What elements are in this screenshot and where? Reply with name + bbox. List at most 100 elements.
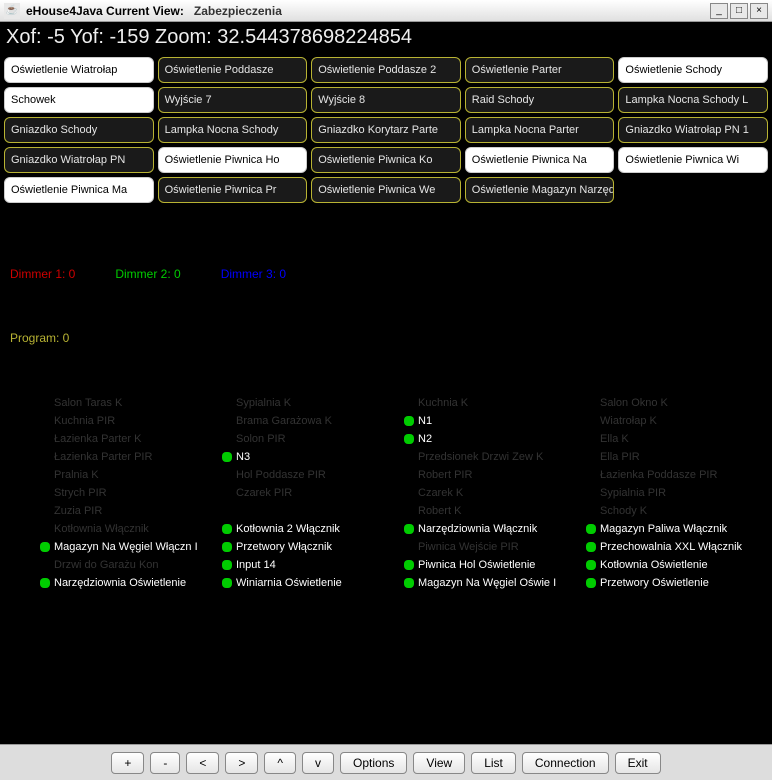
tile-18[interactable]: Oświetlenie Piwnica Na xyxy=(465,147,615,173)
maximize-button[interactable]: □ xyxy=(730,3,748,19)
sensor-cell: Winiarnia Oświetlenie xyxy=(222,575,398,591)
close-button[interactable]: × xyxy=(750,3,768,19)
zoom-out-button[interactable]: - xyxy=(150,752,180,774)
tile-23[interactable]: Oświetlenie Magazyn Narzędzia xyxy=(465,177,615,203)
xof-value: -5 xyxy=(47,26,65,48)
sensor-label: Brama Garażowa K xyxy=(236,415,332,427)
sensor-cell: Łazienka Parter PIR xyxy=(40,449,216,465)
dimmer-row: Dimmer 1: 0 Dimmer 2: 0 Dimmer 3: 0 xyxy=(0,207,772,291)
pan-right-button[interactable]: > xyxy=(225,752,258,774)
sensor-grid: Salon Taras KSypialnia KKuchnia KSalon O… xyxy=(0,365,772,601)
status-dot-on-icon xyxy=(404,524,414,534)
pan-down-button[interactable]: v xyxy=(302,752,334,774)
sensor-label: Sypialnia PIR xyxy=(600,487,666,499)
program-label: Program: 0 xyxy=(0,291,772,365)
tile-8[interactable]: Raid Schody xyxy=(465,87,615,113)
tile-1[interactable]: Oświetlenie Poddasze xyxy=(158,57,308,83)
yof-value: -159 xyxy=(109,26,149,48)
status-dot-on-icon xyxy=(40,542,50,552)
sensor-label: Ella K xyxy=(600,433,629,445)
yof-label: Yof: xyxy=(70,26,104,48)
tile-10[interactable]: Gniazdko Schody xyxy=(4,117,154,143)
sensor-label: Strych PIR xyxy=(54,487,107,499)
sensor-cell: Sypialnia PIR xyxy=(586,485,762,501)
status-dot-off-icon xyxy=(586,416,596,426)
sensor-cell: Łazienka Poddasze PIR xyxy=(586,467,762,483)
status-dot-off-icon xyxy=(586,398,596,408)
list-button[interactable]: List xyxy=(471,752,516,774)
sensor-label: Czarek PIR xyxy=(236,487,292,499)
status-dot-on-icon xyxy=(586,542,596,552)
status-dot-off-icon xyxy=(222,506,232,516)
sensor-cell: Magazyn Paliwa Włącznik xyxy=(586,521,762,537)
sensor-label: Przetwory Oświetlenie xyxy=(600,577,709,589)
sensor-cell: Wiatrołap K xyxy=(586,413,762,429)
sensor-cell: Przechowalnia XXL Włącznik xyxy=(586,539,762,555)
sensor-label: N1 xyxy=(418,415,432,427)
sensor-label: Robert PIR xyxy=(418,469,472,481)
zoom-value: 32.544378698224854 xyxy=(217,26,412,48)
sensor-cell: Przetwory Włącznik xyxy=(222,539,398,555)
window-titlebar: ☕ eHouse4Java Current View: Zabezpieczen… xyxy=(0,0,772,22)
sensor-label: Wiatrołap K xyxy=(600,415,657,427)
sensor-label: Drzwi do Garażu Kon xyxy=(54,559,159,571)
status-dot-off-icon xyxy=(404,452,414,462)
tile-22[interactable]: Oświetlenie Piwnica We xyxy=(311,177,461,203)
status-dot-off-icon xyxy=(40,452,50,462)
sensor-cell: Magazyn Na Węgiel Oświe I xyxy=(404,575,580,591)
sensor-cell: Przedsionek Drzwi Zew K xyxy=(404,449,580,465)
status-dot-on-icon xyxy=(222,542,232,552)
sensor-cell: Salon Taras K xyxy=(40,395,216,411)
status-dot-off-icon xyxy=(404,398,414,408)
sensor-label: Kotłownia Włącznik xyxy=(54,523,149,535)
zoom-in-button[interactable]: + xyxy=(111,752,144,774)
tile-15[interactable]: Gniazdko Wiatrołap PN xyxy=(4,147,154,173)
pan-up-button[interactable]: ^ xyxy=(264,752,296,774)
tile-4[interactable]: Oświetlenie Schody xyxy=(618,57,768,83)
view-button[interactable]: View xyxy=(413,752,465,774)
sensor-label: N3 xyxy=(236,451,250,463)
status-dot-off-icon xyxy=(404,470,414,480)
tile-6[interactable]: Wyjście 7 xyxy=(158,87,308,113)
exit-button[interactable]: Exit xyxy=(615,752,661,774)
sensor-label: Przechowalnia XXL Włącznik xyxy=(600,541,742,553)
tile-21[interactable]: Oświetlenie Piwnica Pr xyxy=(158,177,308,203)
tile-20[interactable]: Oświetlenie Piwnica Ma xyxy=(4,177,154,203)
status-dot-off-icon xyxy=(586,470,596,480)
dimmer-3: Dimmer 3: 0 xyxy=(221,267,286,281)
status-dot-on-icon xyxy=(586,578,596,588)
sensor-cell: Czarek PIR xyxy=(222,485,398,501)
status-dot-on-icon xyxy=(586,524,596,534)
tile-14[interactable]: Gniazdko Wiatrołap PN 1 xyxy=(618,117,768,143)
status-dot-off-icon xyxy=(40,506,50,516)
tile-7[interactable]: Wyjście 8 xyxy=(311,87,461,113)
tile-11[interactable]: Lampka Nocna Schody xyxy=(158,117,308,143)
tile-9[interactable]: Lampka Nocna Schody L xyxy=(618,87,768,113)
sensor-cell: Hol Poddasze PIR xyxy=(222,467,398,483)
tile-19[interactable]: Oświetlenie Piwnica Wi xyxy=(618,147,768,173)
tile-12[interactable]: Gniazdko Korytarz Parte xyxy=(311,117,461,143)
tile-13[interactable]: Lampka Nocna Parter xyxy=(465,117,615,143)
sensor-label: Narzędziownia Włącznik xyxy=(418,523,537,535)
tile-0[interactable]: Oświetlenie Wiatrołap xyxy=(4,57,154,83)
tile-16[interactable]: Oświetlenie Piwnica Ho xyxy=(158,147,308,173)
minimize-button[interactable]: _ xyxy=(710,3,728,19)
sensor-label: Kotłownia 2 Włącznik xyxy=(236,523,340,535)
sensor-cell: Strych PIR xyxy=(40,485,216,501)
sensor-label: Zuzia PIR xyxy=(54,505,102,517)
pan-left-button[interactable]: < xyxy=(186,752,219,774)
sensor-cell: Piwnica Wejście PIR xyxy=(404,539,580,555)
options-button[interactable]: Options xyxy=(340,752,407,774)
tile-17[interactable]: Oświetlenie Piwnica Ko xyxy=(311,147,461,173)
app-title: eHouse4Java Current View: xyxy=(26,4,184,18)
sensor-cell: Schody K xyxy=(586,503,762,519)
tile-3[interactable]: Oświetlenie Parter xyxy=(465,57,615,83)
tile-5[interactable]: Schowek xyxy=(4,87,154,113)
sensor-cell: Pralnia K xyxy=(40,467,216,483)
connection-button[interactable]: Connection xyxy=(522,752,609,774)
status-dot-off-icon xyxy=(586,452,596,462)
tile-2[interactable]: Oświetlenie Poddasze 2 xyxy=(311,57,461,83)
sensor-label: Magazyn Paliwa Włącznik xyxy=(600,523,727,535)
status-dot-on-icon xyxy=(404,434,414,444)
sensor-label: Input 14 xyxy=(236,559,276,571)
